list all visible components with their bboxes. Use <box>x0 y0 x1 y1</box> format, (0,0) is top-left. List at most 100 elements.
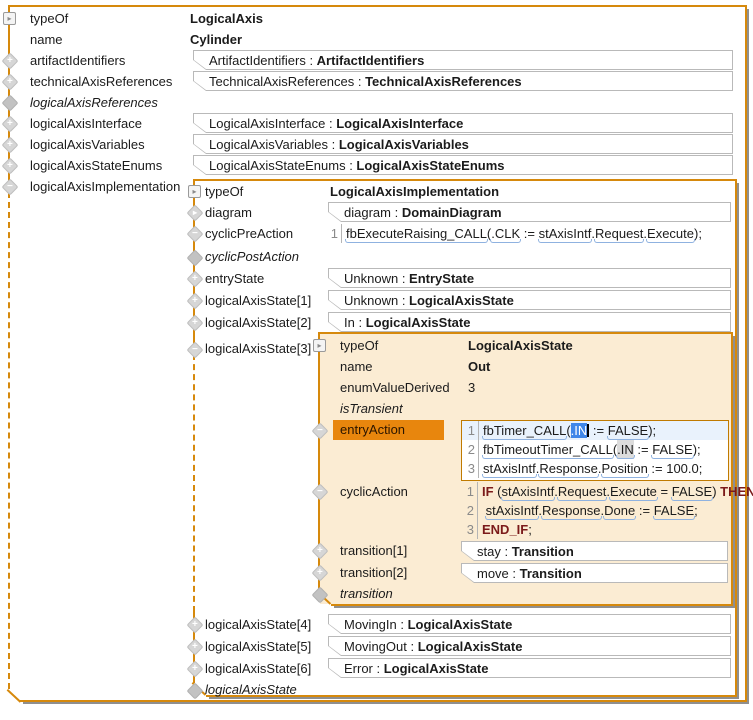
code-token[interactable]: Response <box>542 501 601 520</box>
code-token[interactable]: stAxisIntf <box>486 501 539 520</box>
expand-icon[interactable]: ▸ <box>188 185 201 198</box>
code-token[interactable]: .IN <box>617 440 634 459</box>
expand-icon[interactable]: ▸ <box>3 12 16 25</box>
keyword-token[interactable]: THEN <box>720 484 753 499</box>
state-6-cell[interactable]: Error : LogicalAxisState <box>328 658 731 678</box>
artifact-identifiers-cell[interactable]: ArtifactIdentifiers : ArtifactIdentifier… <box>193 50 733 70</box>
selected-token[interactable]: .IN <box>571 423 588 438</box>
code-token: := 100.0; <box>648 461 703 476</box>
empty-property-icon[interactable] <box>2 95 19 112</box>
code-token[interactable]: FALSE <box>654 501 694 520</box>
code-token: := <box>635 503 653 518</box>
transition-1-cell[interactable]: stay : Transition <box>461 541 728 561</box>
code-line[interactable]: 1fbTimer_CALL(.IN := FALSE); <box>462 421 728 440</box>
add-property-icon[interactable]: + <box>187 315 204 332</box>
state-4-cell[interactable]: MovingIn : LogicalAxisState <box>328 614 731 634</box>
state-5-cell[interactable]: MovingOut : LogicalAxisState <box>328 636 731 656</box>
collapse-property-icon[interactable]: − <box>2 179 19 196</box>
code-token[interactable]: fbExecuteRaising_CALL <box>346 224 487 243</box>
code-line[interactable]: 2fbTimeoutTimer_CALL(.IN := FALSE); <box>462 440 728 459</box>
code-line[interactable]: 3stAxisIntf.Response.Position := 100.0; <box>462 459 728 478</box>
keyword-token[interactable]: IF <box>482 484 494 499</box>
line-number: 3 <box>462 459 479 478</box>
value-type-of[interactable]: LogicalAxis <box>190 11 263 26</box>
entry-action-code-editor[interactable]: 1fbTimer_CALL(.IN := FALSE);2fbTimeoutTi… <box>461 420 729 481</box>
state3-box-shadow-bottom <box>334 606 735 608</box>
code-token[interactable]: FALSE <box>672 482 712 501</box>
line-number: 2 <box>462 440 479 459</box>
value-name[interactable]: Cylinder <box>190 32 242 47</box>
add-property-icon[interactable]: + <box>187 661 204 678</box>
add-property-icon[interactable]: + <box>2 137 19 154</box>
add-property-icon[interactable]: + <box>187 617 204 634</box>
code-token[interactable]: .CLK <box>491 224 520 243</box>
impl-prop-entry-state: entryState <box>205 271 264 286</box>
cell-type: LogicalAxisState <box>418 639 523 654</box>
code-line[interactable]: 1fbExecuteRaising_CALL(.CLK := stAxisInt… <box>330 224 702 243</box>
impl-prop-state-4: logicalAxisState[4] <box>205 617 311 632</box>
add-property-icon[interactable]: + <box>187 293 204 310</box>
code-token[interactable]: Position <box>602 459 648 478</box>
add-property-icon[interactable]: + <box>2 74 19 91</box>
cyclic-pre-action-code[interactable]: 1fbExecuteRaising_CALL(.CLK := stAxisInt… <box>330 224 702 243</box>
code-line-content: stAxisIntf.Response.Done := FALSE; <box>478 501 698 520</box>
cell-type: LogicalAxisInterface <box>336 116 463 131</box>
cyclic-action-code[interactable]: 1IF (stAxisIntf.Request.Execute = FALSE)… <box>461 482 753 539</box>
code-token[interactable]: stAxisIntf <box>483 459 536 478</box>
cell-separator: : <box>501 544 512 559</box>
open-diagram-icon[interactable]: ▸ <box>187 205 204 222</box>
empty-property-icon[interactable] <box>187 250 204 267</box>
logical-axis-variables-cell[interactable]: LogicalAxisVariables : LogicalAxisVariab… <box>193 134 733 154</box>
cell-type: Transition <box>520 566 582 581</box>
add-property-icon[interactable]: + <box>187 639 204 656</box>
code-token[interactable]: stAxisIntf <box>502 482 555 501</box>
diagram-cell[interactable]: diagram : DomainDiagram <box>328 202 731 222</box>
cell-name: TechnicalAxisReferences <box>209 74 354 89</box>
state3-value-type-of[interactable]: LogicalAxisState <box>468 338 573 353</box>
code-token[interactable]: FALSE <box>608 421 648 440</box>
state3-prop-name: name <box>340 359 373 374</box>
code-token[interactable]: Done <box>604 501 635 520</box>
entry-state-cell[interactable]: Unknown : EntryState <box>328 268 731 288</box>
code-token[interactable]: Execute <box>647 224 694 243</box>
keyword-token[interactable]: END_IF <box>482 522 528 537</box>
empty-property-icon[interactable] <box>187 683 204 700</box>
technical-axis-references-cell[interactable]: TechnicalAxisReferences : TechnicalAxisR… <box>193 71 733 91</box>
code-line-content: IF (stAxisIntf.Request.Execute = FALSE) … <box>478 482 753 501</box>
code-line[interactable]: 1IF (stAxisIntf.Request.Execute = FALSE)… <box>461 482 753 501</box>
outer-frame-left-border-dashed <box>8 192 10 689</box>
code-token[interactable]: stAxisIntf <box>539 224 592 243</box>
collapse-property-icon[interactable]: − <box>187 342 204 359</box>
logical-axis-state-enums-cell[interactable]: LogicalAxisStateEnums : LogicalAxisState… <box>193 155 733 175</box>
cell-separator: : <box>407 639 418 654</box>
code-line[interactable]: 3END_IF; <box>461 520 753 539</box>
state-2-cell[interactable]: In : LogicalAxisState <box>328 312 731 332</box>
state-1-cell[interactable]: Unknown : LogicalAxisState <box>328 290 731 310</box>
cell-type: LogicalAxisStateEnums <box>356 158 504 173</box>
code-line[interactable]: 2 stAxisIntf.Response.Done := FALSE; <box>461 501 753 520</box>
code-token[interactable]: Request <box>558 482 606 501</box>
state3-value-name[interactable]: Out <box>468 359 490 374</box>
code-token[interactable]: fbTimeoutTimer_CALL <box>483 440 613 459</box>
add-property-icon[interactable]: + <box>2 53 19 70</box>
prop-logical-axis-implementation: logicalAxisImplementation <box>30 179 180 194</box>
code-token[interactable]: Execute <box>610 482 657 501</box>
impl-prop-state-empty: logicalAxisState <box>205 682 297 697</box>
impl-value-type-of[interactable]: LogicalAxisImplementation <box>330 184 499 199</box>
entry-action-selected-label[interactable]: entryAction <box>333 420 444 440</box>
add-property-icon[interactable]: + <box>2 116 19 133</box>
code-token: := <box>589 423 607 438</box>
state3-value-enum[interactable]: 3 <box>468 380 475 395</box>
code-token[interactable]: Request <box>595 224 643 243</box>
code-token[interactable]: FALSE <box>652 440 692 459</box>
transition-2-cell[interactable]: move : Transition <box>461 563 728 583</box>
expand-icon[interactable]: ▸ <box>313 339 326 352</box>
collapse-property-icon[interactable]: − <box>187 226 204 243</box>
cell-type: LogicalAxisState <box>408 617 513 632</box>
code-token[interactable]: Response <box>539 459 598 478</box>
add-property-icon[interactable]: + <box>187 271 204 288</box>
add-property-icon[interactable]: + <box>2 158 19 175</box>
cell-name: Unknown <box>344 271 398 286</box>
code-token[interactable]: fbTimer_CALL <box>483 421 566 440</box>
logical-axis-interface-cell[interactable]: LogicalAxisInterface : LogicalAxisInterf… <box>193 113 733 133</box>
